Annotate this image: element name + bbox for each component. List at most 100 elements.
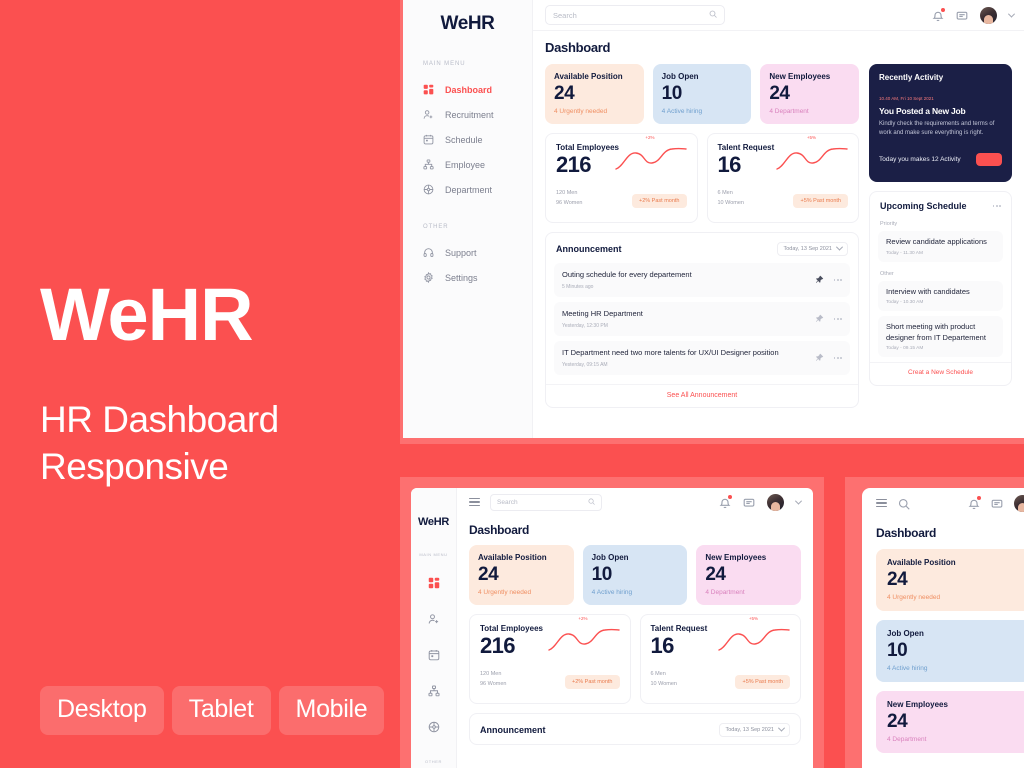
messages-icon[interactable] [743, 496, 755, 508]
stat-card-available-position[interactable]: Available Position 24 4 Urgently needed [545, 64, 644, 124]
stat-value: 24 [705, 564, 726, 585]
sparkline-chart [614, 144, 688, 174]
list-item[interactable]: IT Department need two more talents for … [554, 340, 850, 375]
announcement-date-filter[interactable]: Today, 13 Sep 2021 [719, 722, 790, 737]
messages-icon[interactable] [956, 9, 968, 21]
metric-footer: 120 Men 96 Women +2% Past month [480, 670, 620, 690]
mobile-mockup-frame: Dashboard Available Position 24 4 Urgent… [845, 477, 1024, 768]
department-icon [423, 184, 434, 195]
sidebar-item-schedule[interactable]: Schedule [403, 127, 532, 152]
announcement-item-title: Outing schedule for every departement [562, 269, 692, 279]
pin-icon[interactable] [815, 349, 824, 367]
tablet-main: Search Dashboard Available Position 24 4… [457, 488, 813, 768]
sidebar-item-employee[interactable]: Employee [403, 152, 532, 177]
announcement-item-title: Meeting HR Department [562, 308, 643, 318]
announcement-item-text: Outing schedule for every departement 5 … [562, 270, 815, 290]
hero-tag-tablet: Tablet [171, 686, 271, 735]
more-options-icon[interactable] [833, 317, 842, 320]
department-icon [428, 720, 440, 738]
tablet-sidebar-item-schedule[interactable] [411, 639, 456, 675]
list-item[interactable]: Interview with candidates Today - 10.30 … [878, 280, 1003, 311]
stat-card-available-position[interactable]: Available Position 24 4 Urgently needed [469, 545, 574, 605]
sidebar-item-support[interactable]: Support [403, 240, 532, 265]
org-chart-icon [427, 684, 440, 702]
more-options-icon[interactable] [992, 205, 1001, 207]
metric-card-total-employees[interactable]: Total Employees 216 +2% 120 Men 96 Women… [545, 132, 698, 223]
page-title: Dashboard [876, 526, 936, 540]
list-item[interactable]: Outing schedule for every departement 5 … [554, 262, 850, 297]
search-input[interactable]: Search [490, 493, 602, 511]
search-input[interactable]: Search [545, 5, 725, 25]
announcement-header: Announcement Today, 13 Sep 2021 [470, 714, 800, 744]
sparkline-label: +5% [748, 615, 758, 621]
search-icon[interactable] [898, 497, 910, 510]
sparkline-chart [775, 144, 849, 174]
metric-card-total-employees[interactable]: Total Employees 216 +2% 120 Men 96 Women… [469, 613, 631, 704]
stat-card-job-open[interactable]: Job Open 10 4 Active hiring [876, 619, 1024, 682]
metric-card-talent-request[interactable]: Talent Request 16 +5% 6 Men 10 Women +5%… [639, 613, 801, 704]
schedule-item-time: Today - 10.30 AM [886, 300, 924, 305]
tablet-other-label: OTHER [425, 759, 442, 764]
more-options-icon[interactable] [833, 356, 842, 359]
hamburger-menu-icon[interactable] [876, 497, 887, 510]
metric-women: 10 Women [650, 680, 678, 687]
sidebar-item-settings[interactable]: Settings [403, 265, 532, 290]
sidebar-item-department[interactable]: Department [403, 177, 532, 202]
more-options-icon[interactable] [833, 278, 842, 281]
tablet-sidebar-item-department[interactable] [411, 711, 456, 747]
sidebar-main-menu-label: MAIN MENU [423, 61, 466, 67]
messages-icon[interactable] [991, 497, 1003, 509]
list-item[interactable]: Meeting HR Department Yesterday, 12:30 P… [554, 301, 850, 336]
stat-card-job-open[interactable]: Job Open 10 4 Active hiring [652, 64, 752, 124]
desktop-mockup-frame: WeHR MAIN MENU Dashboard Recruitment Sch… [400, 0, 1024, 444]
metric-men: 6 Men [717, 190, 733, 197]
tablet-sidebar-item-dashboard[interactable] [411, 567, 456, 603]
stat-card-available-position[interactable]: Available Position 24 4 Urgently needed [876, 549, 1024, 611]
tablet-sidebar-item-employee[interactable] [411, 675, 456, 711]
activity-action-button[interactable] [976, 152, 1002, 166]
chevron-down-icon[interactable] [794, 497, 803, 505]
stat-card-new-employees[interactable]: New Employees 24 4 Department [696, 545, 802, 605]
tablet-sidebar-item-recruitment[interactable] [411, 603, 456, 639]
metric-women: 96 Women [480, 680, 507, 687]
announcement-item-time: Yesterday, 12:30 PM [562, 322, 608, 329]
dashboard-grid: Available Position 24 4 Urgently needed … [545, 64, 1012, 408]
hero-subtitle-line1: HR Dashboard [40, 398, 279, 440]
notification-bell-icon[interactable] [932, 8, 945, 22]
stat-card-new-employees[interactable]: New Employees 24 4 Department [876, 690, 1024, 753]
sidebar-item-dashboard[interactable]: Dashboard [403, 77, 532, 102]
pin-icon[interactable] [815, 271, 824, 289]
dashboard-left-column: Available Position 24 4 Urgently needed … [545, 64, 860, 408]
hero-tag-desktop: Desktop [40, 686, 164, 735]
stat-card-new-employees[interactable]: New Employees 24 4 Department [760, 64, 860, 124]
sidebar-item-label: Recruitment [445, 109, 494, 120]
sparkline-label: +5% [806, 134, 816, 140]
user-plus-icon [423, 109, 434, 120]
metric-card-talent-request[interactable]: Talent Request 16 +5% 6 Men 10 Women +5%… [706, 132, 859, 223]
list-item[interactable]: Review candidate applications Today - 11… [878, 231, 1003, 262]
schedule-item-title: Short meeting with product designer from… [886, 322, 986, 342]
notification-bell-icon[interactable] [719, 495, 732, 509]
avatar[interactable] [767, 493, 784, 511]
schedule-title: Upcoming Schedule [880, 201, 967, 211]
stat-card-job-open[interactable]: Job Open 10 4 Active hiring [582, 545, 688, 605]
notification-bell-icon[interactable] [968, 496, 981, 510]
announcement-date-filter[interactable]: Today, 13 Sep 2021 [777, 241, 848, 256]
sidebar-logo: WeHR [440, 13, 495, 34]
create-new-schedule-link[interactable]: Creat a New Schedule [870, 362, 1011, 383]
activity-body: Kindly check the requirements and terms … [879, 121, 995, 137]
pin-icon[interactable] [815, 310, 824, 328]
avatar[interactable] [1014, 494, 1024, 512]
sidebar-item-recruitment[interactable]: Recruitment [403, 102, 532, 127]
see-all-announcement-link[interactable]: See All Announcement [546, 383, 858, 407]
list-item[interactable]: Short meeting with product designer from… [878, 316, 1003, 357]
chevron-down-icon[interactable] [1007, 10, 1016, 18]
mobile-topbar [862, 488, 1024, 518]
announcement-item-time: Yesterday, 09:15 AM [562, 361, 608, 368]
stat-subtitle: 4 Active hiring [661, 107, 703, 115]
tablet-topbar-actions [719, 493, 803, 511]
schedule-group-priority-label: Priority [880, 221, 898, 227]
schedule-item-time: Today - 11.30 AM [886, 250, 923, 256]
hamburger-menu-icon[interactable] [469, 496, 480, 509]
avatar[interactable] [980, 6, 997, 24]
